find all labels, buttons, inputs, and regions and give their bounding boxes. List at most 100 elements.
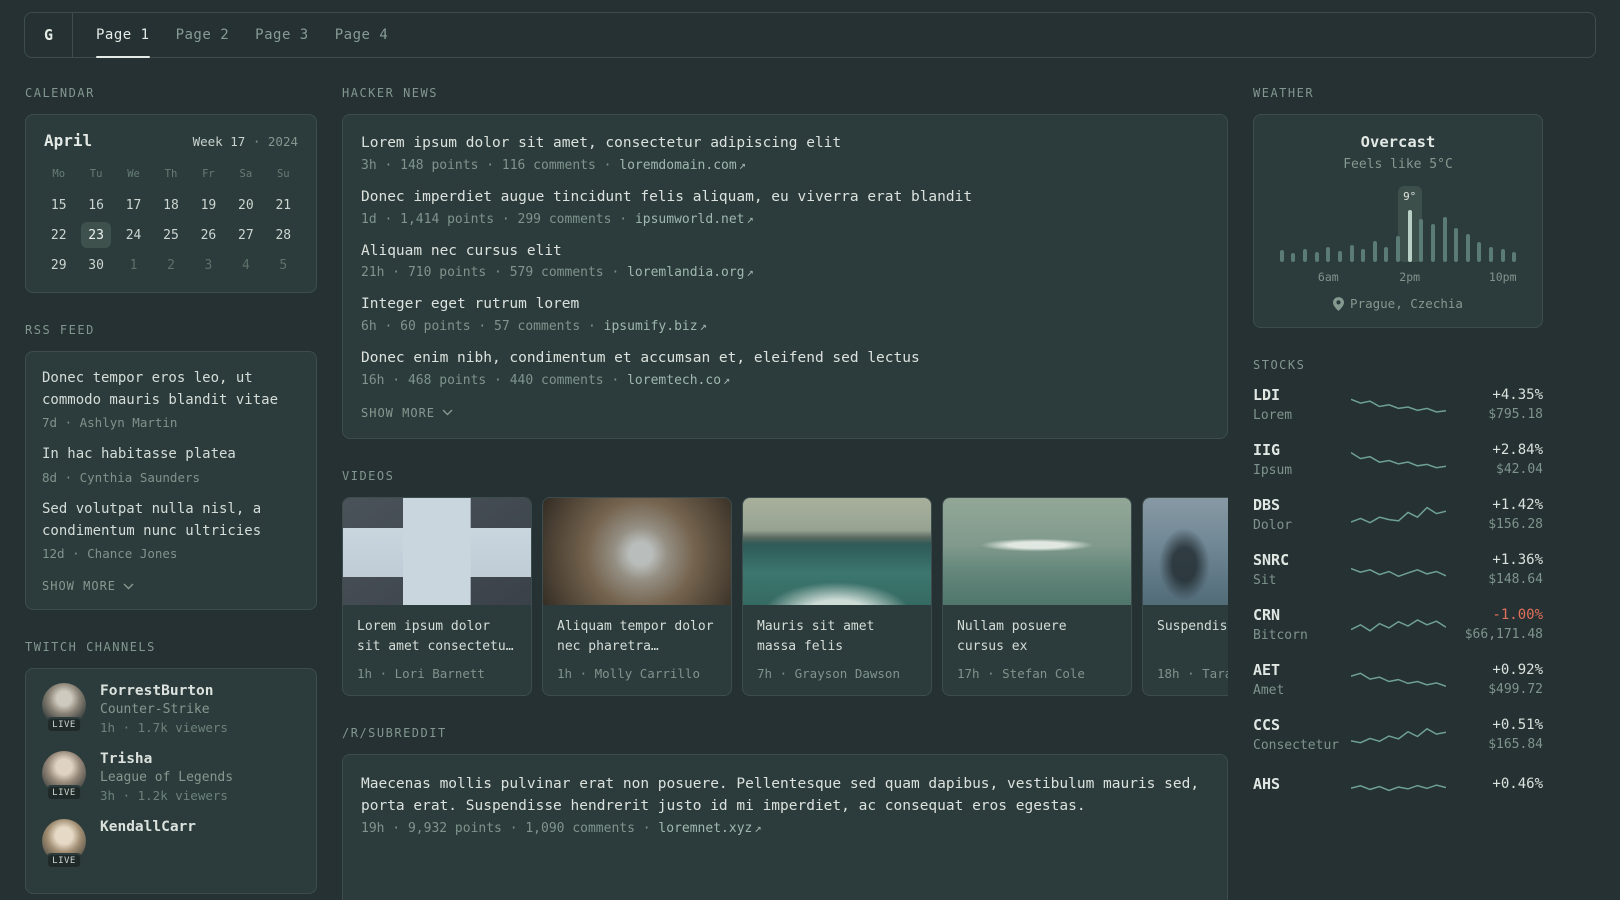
video-card[interactable]: Aliquam tempor dolor nec pharetra… 1h · … [542, 496, 732, 696]
hn-item-title[interactable]: Donec enim nibh, condimentum et accumsan… [361, 348, 1209, 370]
weather-bar [1474, 188, 1486, 262]
calendar-dow: Fr [202, 168, 215, 180]
stock-values: +4.35% $795.18 [1452, 387, 1543, 422]
stock-ticker: CCS [1253, 716, 1281, 734]
rss-item-title[interactable]: Donec tempor eros leo, ut commodo mauris… [42, 368, 300, 411]
video-thumbnail [1143, 497, 1228, 605]
reddit-post: Maecenas mollis pulvinar erat non posuer… [361, 773, 1209, 836]
hn-show-more-button[interactable]: SHOW MORE [361, 406, 1209, 420]
stock-values: +2.84% $42.04 [1452, 442, 1543, 477]
hn-item: Integer eget rutrum lorem 6h · 60 points… [361, 294, 1209, 334]
video-card[interactable]: Suspendisse diam 18h · Tara [1142, 496, 1228, 696]
calendar-day: 3 [204, 257, 213, 273]
calendar-day: 25 [163, 227, 179, 243]
hn-item-title[interactable]: Donec imperdiet augue tincidunt felis al… [361, 187, 1209, 209]
stock-row[interactable]: AHS +0.46% [1253, 771, 1543, 801]
hn-item: Donec imperdiet augue tincidunt felis al… [361, 187, 1209, 227]
video-title: Nullam posuere cursus ex [957, 618, 1067, 654]
tab-page-1[interactable]: Page 1 [96, 13, 150, 58]
stock-name: Lorem [1253, 408, 1293, 423]
weather-axis: 6am 2pm 10pm [1276, 270, 1520, 286]
stock-ticker: SNRC [1253, 551, 1290, 569]
weather-bar [1427, 188, 1439, 262]
twitch-channel-row[interactable]: LIVE Trisha League of Legends 3h · 1.2k … [42, 751, 300, 803]
right-column: WEATHER Overcast Feels like 5°C 9° 6am 2p… [1253, 86, 1543, 831]
channel-name[interactable]: Trisha [100, 751, 233, 767]
stock-sparkline [1350, 618, 1446, 632]
stock-row[interactable]: DBS Dolor +1.42% $156.28 [1253, 496, 1543, 533]
section-title-twitch: TWITCH CHANNELS [25, 640, 156, 655]
stock-name: Consectetur [1253, 738, 1340, 753]
twitch-channel-row[interactable]: LIVE ForrestBurton Counter-Strike 1h · 1… [42, 683, 300, 735]
hn-item-link[interactable]: loremtech.co [627, 373, 721, 388]
hn-item-meta: 16h · 468 points · 440 comments · loremt… [361, 373, 1209, 388]
weather-bar [1323, 188, 1335, 262]
hn-item: Lorem ipsum dolor sit amet, consectetur … [361, 133, 1209, 173]
weather-section: WEATHER Overcast Feels like 5°C 9° 6am 2p… [1253, 86, 1543, 328]
hn-item-meta: 6h · 60 points · 57 comments · ipsumify.… [361, 319, 1209, 334]
hn-item-title[interactable]: Lorem ipsum dolor sit amet, consectetur … [361, 133, 1209, 155]
reddit-post-title[interactable]: Maecenas mollis pulvinar erat non posuer… [361, 773, 1209, 818]
reddit-post-link[interactable]: loremnet.xyz [658, 821, 752, 836]
stock-row[interactable]: IIG Ipsum +2.84% $42.04 [1253, 441, 1543, 478]
weather-bar [1381, 188, 1393, 262]
rss-card: Donec tempor eros leo, ut commodo mauris… [25, 351, 317, 611]
stock-row[interactable]: CCS Consectetur +0.51% $165.84 [1253, 716, 1543, 753]
calendar-day: 30 [88, 257, 104, 273]
stock-row[interactable]: CRN Bitcorn -1.00% $66,171.48 [1253, 606, 1543, 643]
channel-game: Counter-Strike [100, 702, 210, 718]
videos-carousel[interactable]: Lorem ipsum dolor sit amet consectetu… 1… [342, 496, 1228, 696]
location-pin-icon [1333, 296, 1345, 311]
calendar-day: 1 [129, 257, 138, 273]
hn-item-link[interactable]: ipsumify.biz [604, 319, 698, 334]
rss-section: RSS FEED Donec tempor eros leo, ut commo… [25, 323, 317, 611]
stock-price: $795.18 [1488, 407, 1543, 422]
channel-name[interactable]: ForrestBurton [100, 683, 228, 699]
channel-info: Trisha League of Legends 3h · 1.2k viewe… [100, 751, 233, 803]
section-title-subreddit: /R/SUBREDDIT [342, 725, 447, 740]
rss-item-title[interactable]: Sed volutpat nulla nisl, a condimentum n… [42, 499, 300, 542]
chevron-down-icon [123, 583, 134, 590]
stock-id: AHS [1253, 775, 1345, 797]
hn-item-title[interactable]: Aliquam nec cursus elit [361, 241, 1209, 263]
calendar-day: 4 [241, 257, 250, 273]
tab-page-4[interactable]: Page 4 [335, 13, 389, 57]
channel-info: ForrestBurton Counter-Strike 1h · 1.7k v… [100, 683, 228, 735]
video-card[interactable]: Mauris sit amet massa felis 7h · Grayson… [742, 496, 932, 696]
rss-show-more-button[interactable]: SHOW MORE [42, 579, 300, 593]
twitch-channel-row[interactable]: LIVE KendallCarr [42, 819, 300, 870]
hn-item-link[interactable]: loremlandia.org [627, 265, 744, 280]
stock-row[interactable]: AET Amet +0.92% $499.72 [1253, 661, 1543, 698]
external-link-icon: ↗ [699, 319, 707, 333]
stock-ticker: LDI [1253, 386, 1281, 404]
calendar-day: 20 [238, 197, 254, 213]
video-card[interactable]: Nullam posuere cursus ex 17h · Stefan Co… [942, 496, 1132, 696]
stock-change: +1.36% [1492, 552, 1543, 568]
weather-bar [1369, 188, 1381, 262]
calendar-day: 19 [200, 197, 217, 213]
hn-item-link[interactable]: ipsumworld.net [635, 212, 745, 227]
stock-ticker: AET [1253, 661, 1281, 679]
video-card[interactable]: Lorem ipsum dolor sit amet consectetu… 1… [342, 496, 532, 696]
section-title-hackernews: HACKER NEWS [342, 86, 438, 100]
calendar-day: 21 [275, 197, 292, 213]
stock-id: AET Amet [1253, 661, 1345, 698]
tab-page-2[interactable]: Page 2 [176, 13, 230, 57]
hn-item-meta: 3h · 148 points · 116 comments · loremdo… [361, 158, 1209, 173]
stock-row[interactable]: LDI Lorem +4.35% $795.18 [1253, 386, 1543, 423]
hn-item-link[interactable]: loremdomain.com [619, 158, 736, 173]
video-thumbnail [743, 497, 931, 605]
stock-ticker: AHS [1253, 775, 1281, 793]
rss-item-meta: 8d · Cynthia Saunders [42, 470, 201, 486]
hn-item-title[interactable]: Integer eget rutrum lorem [361, 294, 1209, 316]
stock-row[interactable]: SNRC Sit +1.36% $148.64 [1253, 551, 1543, 588]
stock-change: +0.92% [1492, 662, 1543, 678]
rss-item: In hac habitasse platea 8d · Cynthia Sau… [42, 444, 300, 485]
channel-name[interactable]: KendallCarr [100, 819, 196, 835]
app-logo[interactable]: G [25, 13, 73, 57]
tab-page-3[interactable]: Page 3 [255, 13, 309, 57]
video-thumbnail [343, 497, 531, 605]
stock-ticker: IIG [1253, 441, 1281, 459]
rss-item-title[interactable]: In hac habitasse platea [42, 444, 300, 466]
weather-bar [1450, 188, 1462, 262]
